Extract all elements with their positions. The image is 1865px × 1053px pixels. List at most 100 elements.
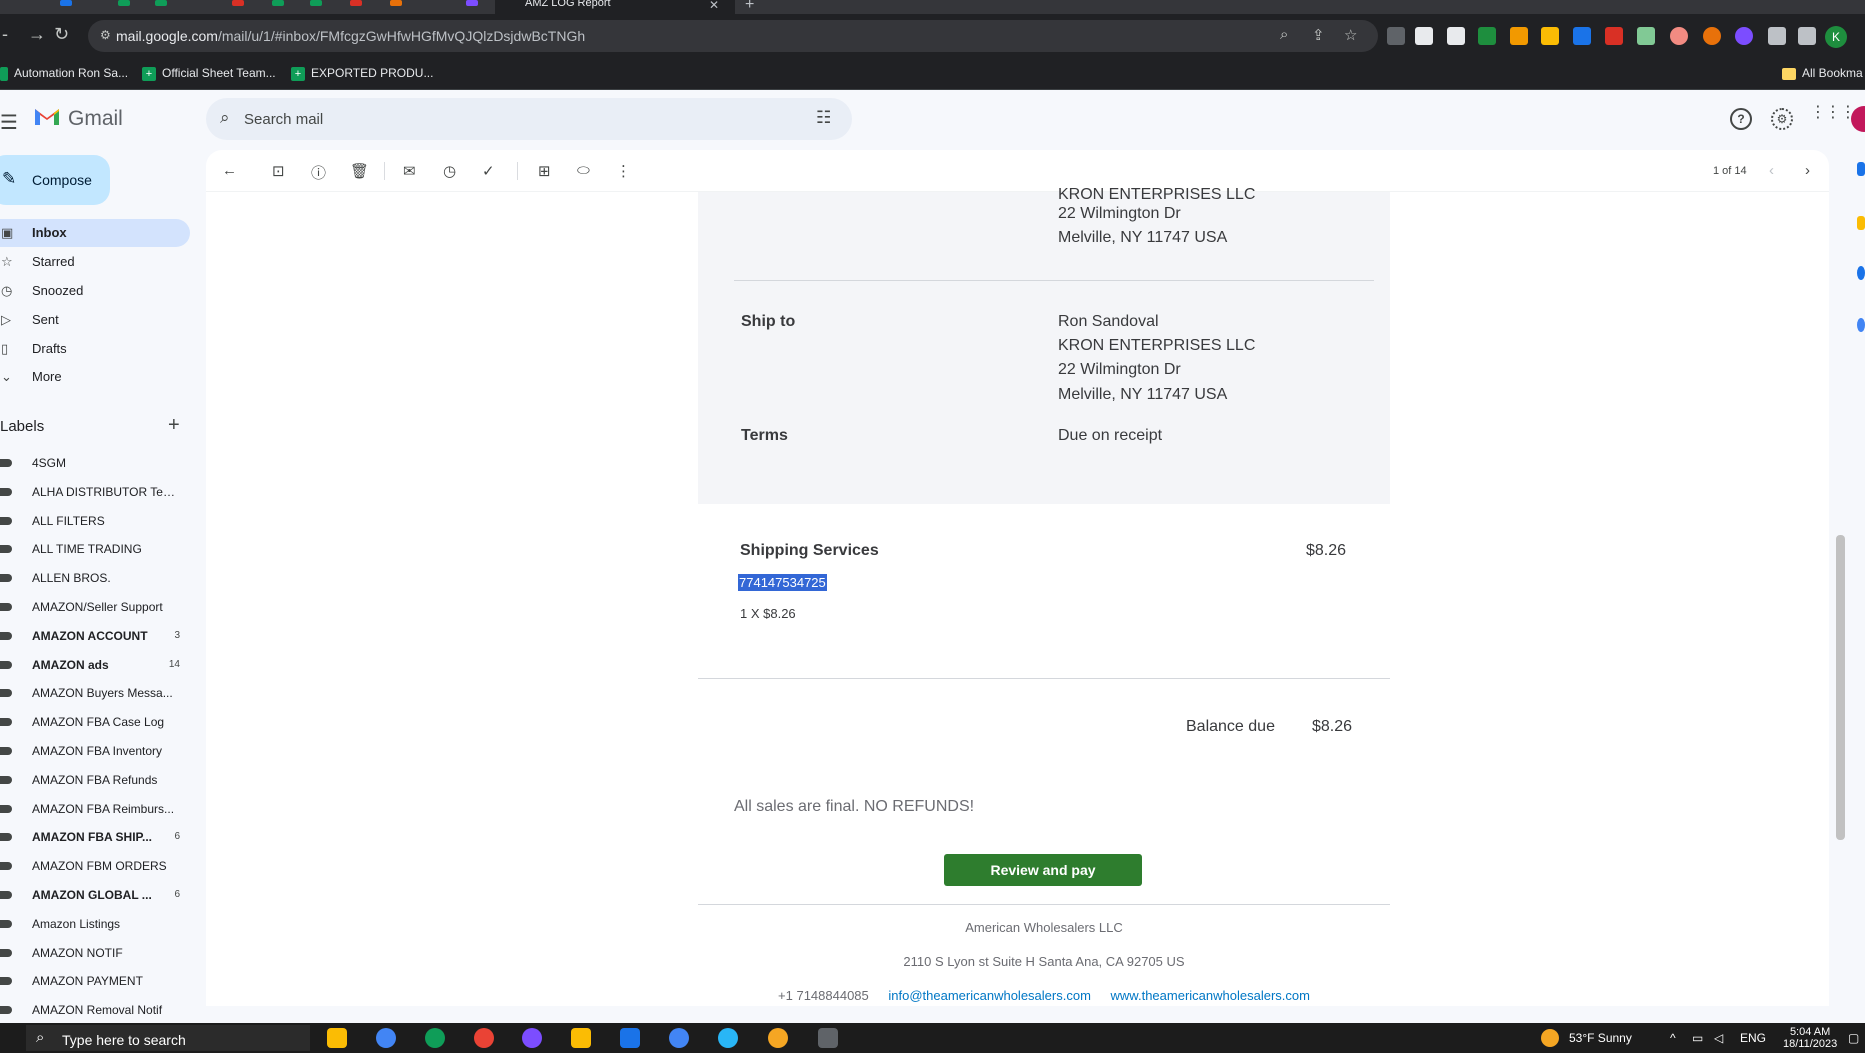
sidebar-item-more[interactable]: ⌄ More	[0, 363, 190, 391]
sidebar-label-item[interactable]: ALLEN BROS.	[0, 565, 190, 591]
sidebar-label-item[interactable]: AMAZON FBA SHIP... 6	[0, 824, 190, 850]
extension-icon[interactable]	[1670, 27, 1688, 45]
keep-icon[interactable]	[1857, 216, 1865, 230]
reload-icon[interactable]: ↻	[54, 24, 69, 45]
active-tab[interactable]: AMZ LOG Report	[495, 0, 735, 14]
sidebar-label-item[interactable]: AMAZON FBM ORDERS	[0, 853, 190, 879]
tab-favicon[interactable]	[118, 0, 130, 6]
sidebar-item-starred[interactable]: ☆ Starred	[0, 248, 190, 276]
extension-icon[interactable]	[1447, 27, 1465, 45]
sidebar-label-item[interactable]: AMAZON FBA Refunds	[0, 767, 190, 793]
gmail-logo-icon[interactable]	[33, 105, 61, 127]
volume-icon[interactable]: ◁	[1714, 1031, 1723, 1045]
weather-text[interactable]: 53°F Sunny	[1569, 1031, 1632, 1045]
sidebar-label-item[interactable]: AMAZON FBA Reimburs...	[0, 796, 190, 822]
address-bar[interactable]: ⚙ mail.google.com/mail/u/1/#inbox/FMfcgz…	[88, 20, 1378, 52]
taskbar-app-icon[interactable]	[522, 1028, 542, 1048]
extension-icon[interactable]	[1637, 27, 1655, 45]
sticky-notes-icon[interactable]	[571, 1028, 591, 1048]
extension-icon[interactable]	[1703, 27, 1721, 45]
footer-email-link[interactable]: info@theamericanwholesalers.com	[888, 988, 1091, 1003]
archive-icon[interactable]: ⊡	[272, 162, 285, 180]
contacts-icon[interactable]	[1857, 318, 1865, 332]
back-to-inbox-icon[interactable]: ←	[222, 162, 237, 179]
sidebar-label-item[interactable]: AMAZON PAYMENT	[0, 968, 190, 994]
taskbar-app-icon[interactable]	[474, 1028, 494, 1048]
taskbar-search[interactable]: ⌕ Type here to search	[26, 1025, 310, 1051]
report-spam-icon[interactable]: ⓘ	[311, 162, 326, 183]
notifications-icon[interactable]: ▢	[1848, 1031, 1859, 1045]
tab-favicon[interactable]	[272, 0, 284, 6]
main-menu-icon[interactable]: ☰	[0, 110, 18, 135]
tab-favicon[interactable]	[60, 0, 72, 6]
sidebar-label-item[interactable]: ALL FILTERS	[0, 508, 190, 534]
bookmark-star-icon[interactable]: ☆	[1344, 26, 1357, 44]
tab-favicon[interactable]	[310, 0, 322, 6]
more-options-icon[interactable]: ⋮	[616, 162, 631, 180]
chrome-profile-icon[interactable]	[669, 1028, 689, 1048]
tab-favicon[interactable]	[350, 0, 362, 6]
sidebar-label-item[interactable]: AMAZON ACCOUNT 3	[0, 623, 190, 649]
file-explorer-icon[interactable]	[327, 1028, 347, 1048]
tasks-icon[interactable]	[1857, 266, 1865, 280]
sidebar-label-item[interactable]: AMAZON ads 14	[0, 652, 190, 678]
share-icon[interactable]: ⇪	[1312, 26, 1325, 44]
extension-icon[interactable]	[1573, 27, 1591, 45]
edge-icon[interactable]	[425, 1028, 445, 1048]
sidebar-label-item[interactable]: AMAZON/Seller Support	[0, 594, 190, 620]
search-options-icon[interactable]: ☷	[816, 108, 831, 128]
extension-icon[interactable]	[1735, 27, 1753, 45]
side-panel-icon[interactable]	[1798, 27, 1816, 45]
search-input[interactable]	[244, 108, 784, 130]
help-icon[interactable]: ?	[1730, 108, 1752, 130]
new-tab-icon[interactable]: +	[745, 0, 754, 14]
compose-button[interactable]: ✎ Compose	[0, 155, 110, 205]
language-indicator[interactable]: ENG	[1740, 1031, 1766, 1045]
extension-icon[interactable]	[1541, 27, 1559, 45]
sidebar-label-item[interactable]: AMAZON Buyers Messa...	[0, 680, 190, 706]
google-apps-icon[interactable]: ⋮⋮⋮	[1810, 105, 1856, 121]
add-task-icon[interactable]: ✓	[482, 162, 495, 180]
sidebar-label-item[interactable]: Amazon Listings	[0, 911, 190, 937]
bookmark-item[interactable]: Automation Ron Sa...	[0, 66, 128, 81]
sidebar-item-snoozed[interactable]: ◷ Snoozed	[0, 277, 190, 305]
site-info-icon[interactable]: ⚙	[100, 28, 112, 42]
mark-unread-icon[interactable]: ✉	[403, 162, 416, 180]
all-bookmarks[interactable]: All Bookma	[1782, 66, 1863, 80]
sidebar-label-item[interactable]: AMAZON NOTIF	[0, 940, 190, 966]
account-avatar[interactable]	[1851, 106, 1865, 132]
move-to-icon[interactable]: ⊞	[538, 162, 551, 180]
extension-icon[interactable]	[1415, 27, 1433, 45]
settings-gear-icon[interactable]: ⚙	[1771, 108, 1793, 130]
taskbar-app-icon[interactable]	[768, 1028, 788, 1048]
extension-icon[interactable]	[1510, 27, 1528, 45]
older-chevron-right-icon[interactable]: ›	[1805, 162, 1810, 179]
back-arrow-icon[interactable]: ‐	[2, 24, 8, 45]
sidebar-item-drafts[interactable]: ▯ Drafts	[0, 335, 190, 363]
add-label-icon[interactable]: +	[168, 414, 180, 437]
calendar-icon[interactable]	[1857, 162, 1865, 176]
extension-icon[interactable]	[1478, 27, 1496, 45]
delete-icon[interactable]: 🗑	[350, 162, 369, 180]
tray-chevron-icon[interactable]: ^	[1670, 1031, 1676, 1045]
chrome-icon[interactable]	[376, 1028, 396, 1048]
message-scrollbar[interactable]	[1836, 535, 1845, 840]
browser-profile-avatar[interactable]: K	[1825, 26, 1847, 48]
extensions-puzzle-icon[interactable]	[1768, 27, 1786, 45]
snooze-icon[interactable]: ◷	[443, 162, 456, 180]
taskbar-clock[interactable]: 5:04 AM 18/11/2023	[1783, 1026, 1837, 1050]
sidebar-item-inbox[interactable]: ▣ Inbox	[0, 219, 190, 247]
bookmark-item[interactable]: + Official Sheet Team...	[142, 66, 276, 81]
bookmark-item[interactable]: + EXPORTED PRODU...	[291, 66, 433, 81]
network-icon[interactable]: ▭	[1692, 1031, 1703, 1045]
review-and-pay-button[interactable]: Review and pay	[944, 854, 1142, 886]
tab-close-icon[interactable]: ✕	[709, 0, 719, 12]
sidebar-label-item[interactable]: ALL TIME TRADING	[0, 536, 190, 562]
forward-arrow-icon[interactable]: →	[28, 24, 46, 45]
tracking-number[interactable]: 774147534725	[738, 574, 827, 591]
extension-icon[interactable]	[1605, 27, 1623, 45]
sidebar-label-item[interactable]: AMAZON FBA Case Log	[0, 709, 190, 735]
search-icon[interactable]: ⌕	[220, 108, 230, 128]
sidebar-label-item[interactable]: ALHA DISTRIBUTOR Tea...	[0, 479, 190, 505]
footer-website-link[interactable]: www.theamericanwholesalers.com	[1111, 988, 1310, 1003]
